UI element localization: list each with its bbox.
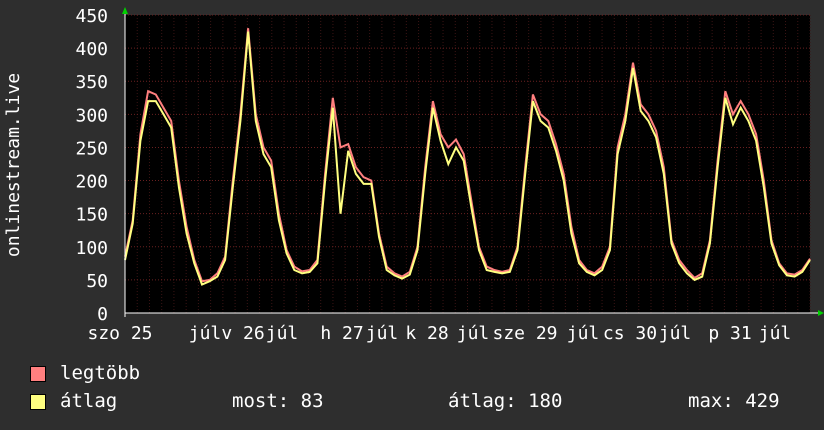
legend-item-max: legtöbb [30, 362, 140, 384]
x-tick-label: h 27 [320, 323, 363, 344]
y-tick-label: 100 [75, 238, 108, 259]
x-tick-label: p 31 [708, 323, 751, 344]
legend-label-max: legtöbb [60, 362, 141, 384]
y-tick-label: 250 [75, 138, 108, 159]
x-tick-label: szo 25 [87, 323, 152, 344]
y-axis-arrow [122, 7, 128, 14]
y-tick-label: 450 [75, 6, 108, 27]
x-tick-label: júl [189, 323, 222, 344]
stat-average: átlag: 180 [448, 390, 563, 412]
x-tick-label: júl [457, 323, 490, 344]
stat-current: most: 83 [232, 390, 324, 412]
y-tick-label: 50 [86, 271, 108, 292]
x-axis-arrow [818, 310, 824, 316]
y-tick-label: 300 [75, 105, 108, 126]
y-tick-label: 0 [97, 304, 108, 325]
legend-swatch-max [30, 365, 46, 382]
legend-swatch-avg [30, 393, 46, 410]
x-tick-label: júl [567, 323, 600, 344]
plot-area [125, 15, 810, 313]
y-tick-label: 350 [75, 72, 108, 93]
x-tick-label: júl [366, 323, 399, 344]
legend-label-avg: átlag [60, 390, 118, 412]
y-axis-label: onlinestream.live [3, 73, 24, 257]
x-tick-label: v 26 [221, 323, 264, 344]
y-tick-label: 150 [75, 205, 108, 226]
legend-item-avg: átlag [30, 390, 117, 412]
y-tick-label: 200 [75, 172, 108, 193]
x-tick-label: júl [659, 323, 692, 344]
traffic-chart: 050100150200250300350400450szo 25 júl v 26… [3, 6, 824, 344]
x-tick-label: júl [759, 323, 792, 344]
stat-maximum: max: 429 [688, 390, 780, 412]
x-tick-label: sze 29 [492, 323, 557, 344]
x-tick-label: k 28 [405, 323, 448, 344]
x-tick-label: cs 30 [603, 323, 657, 344]
y-tick-label: 400 [75, 39, 108, 60]
x-tick-label: júl [266, 323, 299, 344]
